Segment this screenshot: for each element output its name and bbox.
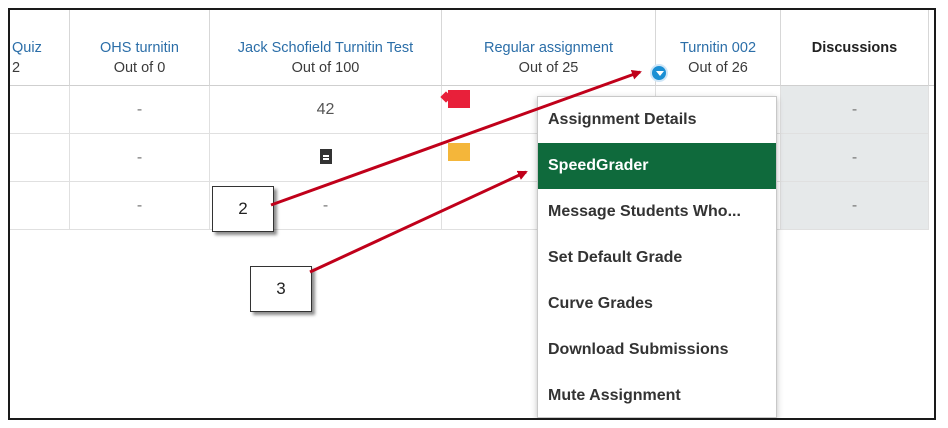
column-title: Discussions xyxy=(811,40,898,56)
grade-cell[interactable]: - xyxy=(70,182,210,230)
gradebook-screenshot: Quiz 2 OHS turnitin Out of 0 Jack Schofi… xyxy=(8,8,936,420)
menu-item-speedgrader[interactable]: SpeedGrader xyxy=(538,143,776,189)
callout-2: 2 xyxy=(212,186,274,232)
callout-3: 3 xyxy=(250,266,312,312)
missing-flag-icon xyxy=(448,143,470,161)
grade-cell[interactable]: - xyxy=(70,86,210,134)
grade-cell[interactable] xyxy=(10,86,70,134)
column-options-menu: Assignment Details SpeedGrader Message S… xyxy=(537,96,777,418)
menu-item-curve-grades[interactable]: Curve Grades xyxy=(538,281,776,327)
grade-cell[interactable] xyxy=(210,134,442,182)
column-menu-button[interactable] xyxy=(650,64,668,82)
column-header-discussions[interactable]: Discussions xyxy=(781,10,929,86)
column-header-regular-assignment[interactable]: Regular assignment Out of 25 xyxy=(442,10,656,86)
grade-cell[interactable]: 42 xyxy=(210,86,442,134)
column-title: Jack Schofield Turnitin Test xyxy=(237,40,414,56)
column-subtitle: 2 xyxy=(12,60,21,76)
column-header-turnitin-002[interactable]: Turnitin 002 Out of 26 xyxy=(656,10,781,86)
column-header-jack-schofield[interactable]: Jack Schofield Turnitin Test Out of 100 xyxy=(210,10,442,86)
column-title: OHS turnitin xyxy=(100,40,179,56)
column-subtitle: Out of 26 xyxy=(688,60,748,76)
menu-item-set-default-grade[interactable]: Set Default Grade xyxy=(538,235,776,281)
grade-cell[interactable] xyxy=(10,182,70,230)
menu-item-mute-assignment[interactable]: Mute Assignment xyxy=(538,373,776,418)
grade-cell[interactable]: - xyxy=(781,182,929,230)
grade-cell[interactable]: - xyxy=(70,134,210,182)
column-title: Turnitin 002 xyxy=(679,40,757,56)
grade-cell[interactable]: - xyxy=(781,134,929,182)
column-title: Quiz xyxy=(12,40,42,56)
menu-item-download-submissions[interactable]: Download Submissions xyxy=(538,327,776,373)
late-flag-icon xyxy=(448,90,470,108)
menu-item-assignment-details[interactable]: Assignment Details xyxy=(538,97,776,143)
grade-cell[interactable] xyxy=(10,134,70,182)
column-subtitle: Out of 100 xyxy=(291,60,360,76)
menu-item-message-students[interactable]: Message Students Who... xyxy=(538,189,776,235)
column-title: Regular assignment xyxy=(484,40,613,56)
document-icon xyxy=(319,149,332,164)
column-header-extra xyxy=(929,10,934,86)
grade-cell[interactable]: - xyxy=(781,86,929,134)
column-header-quiz[interactable]: Quiz 2 xyxy=(10,10,70,86)
column-subtitle: Out of 0 xyxy=(113,60,166,76)
column-header-ohs-turnitin[interactable]: OHS turnitin Out of 0 xyxy=(70,10,210,86)
column-subtitle: Out of 25 xyxy=(518,60,579,76)
